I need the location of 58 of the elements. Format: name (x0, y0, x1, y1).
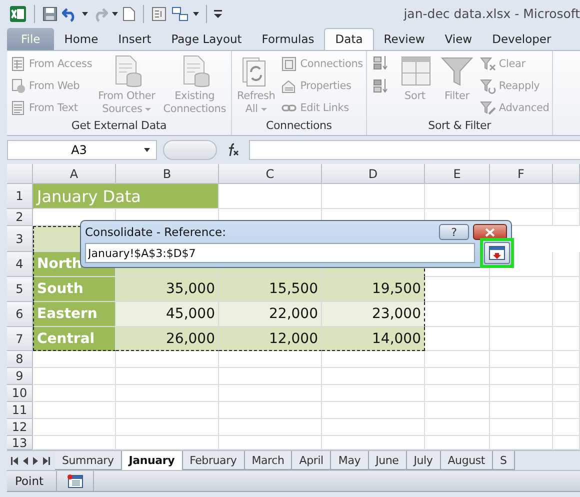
dialog-title: Consolidate - Reference: (85, 225, 227, 240)
column-header[interactable]: C (219, 164, 322, 184)
ribbon-tab[interactable]: Insert (108, 28, 162, 50)
row-header[interactable]: 8 (7, 351, 33, 368)
row-header[interactable]: 7 (7, 327, 33, 352)
table-cell: 12,000 (219, 327, 322, 352)
sheet-tab[interactable]: Summary (55, 451, 122, 470)
table-cell: 15,500 (219, 277, 322, 302)
column-header[interactable]: E (425, 164, 490, 184)
table-cell: Central (33, 327, 116, 352)
ribbon-tab[interactable]: View (434, 28, 482, 50)
row-header[interactable]: 9 (7, 368, 33, 386)
status-mode: Point (7, 470, 57, 492)
table-cell: 22,000 (219, 302, 322, 328)
table-cell: 35,000 (116, 277, 219, 302)
column-header[interactable]: D (322, 164, 425, 184)
sheet-tab[interactable]: January (122, 451, 183, 470)
table-cell: 14,000 (322, 327, 425, 352)
group-label: Connections (265, 118, 333, 134)
column-header[interactable]: B (116, 164, 219, 184)
sheet-tab[interactable]: March (244, 451, 292, 470)
ribbon-tab[interactable]: Data (324, 28, 374, 50)
column-header[interactable]: A (33, 164, 116, 184)
sheet-tab[interactable]: February (182, 451, 245, 470)
ribbon-tab[interactable]: Home (54, 28, 108, 50)
help-button[interactable]: ? (439, 224, 469, 240)
ribbon-tab[interactable]: Page Layout (161, 28, 252, 50)
row-header[interactable]: 12 (7, 419, 33, 436)
row-header[interactable]: 11 (7, 402, 33, 420)
table-cell: South (33, 277, 116, 302)
window-title: jan-dec data.xlsx - Microsoft (404, 6, 580, 22)
sheet-tab[interactable]: August (440, 451, 494, 470)
row-header[interactable]: 1 (7, 184, 33, 210)
sheet-tab[interactable]: July (406, 451, 441, 470)
row-header[interactable]: 5 (7, 277, 33, 302)
sheet-tab[interactable]: S (493, 451, 515, 470)
table-cell: 19,500 (322, 277, 425, 302)
column-header[interactable]: F (490, 164, 553, 184)
name-box[interactable]: A3 (7, 140, 157, 160)
sheet-tab[interactable]: May (331, 451, 369, 470)
ribbon-tab[interactable]: Review (374, 28, 435, 50)
row-header[interactable]: 13 (7, 436, 33, 450)
table-cell: 23,000 (322, 302, 425, 328)
group-label: Get External Data (70, 118, 168, 134)
table-cell: Eastern (33, 302, 116, 328)
group-label: Sort & Filter (427, 118, 492, 134)
row-header[interactable]: 4 (7, 252, 33, 278)
row-header[interactable]: 6 (7, 302, 33, 328)
row-header[interactable]: 3 (7, 226, 33, 252)
row-header[interactable]: 2 (7, 209, 33, 226)
ribbon-tab[interactable]: Developer (482, 28, 562, 50)
ribbon-tab[interactable]: Formulas (252, 28, 324, 50)
sheet-tab[interactable]: April (292, 451, 332, 470)
table-cell: 45,000 (116, 302, 219, 328)
table-cell: 26,000 (116, 327, 219, 352)
row-header[interactable]: 10 (7, 385, 33, 402)
title-cell: January Data (33, 184, 219, 210)
sheet-tab[interactable]: June (368, 451, 407, 470)
